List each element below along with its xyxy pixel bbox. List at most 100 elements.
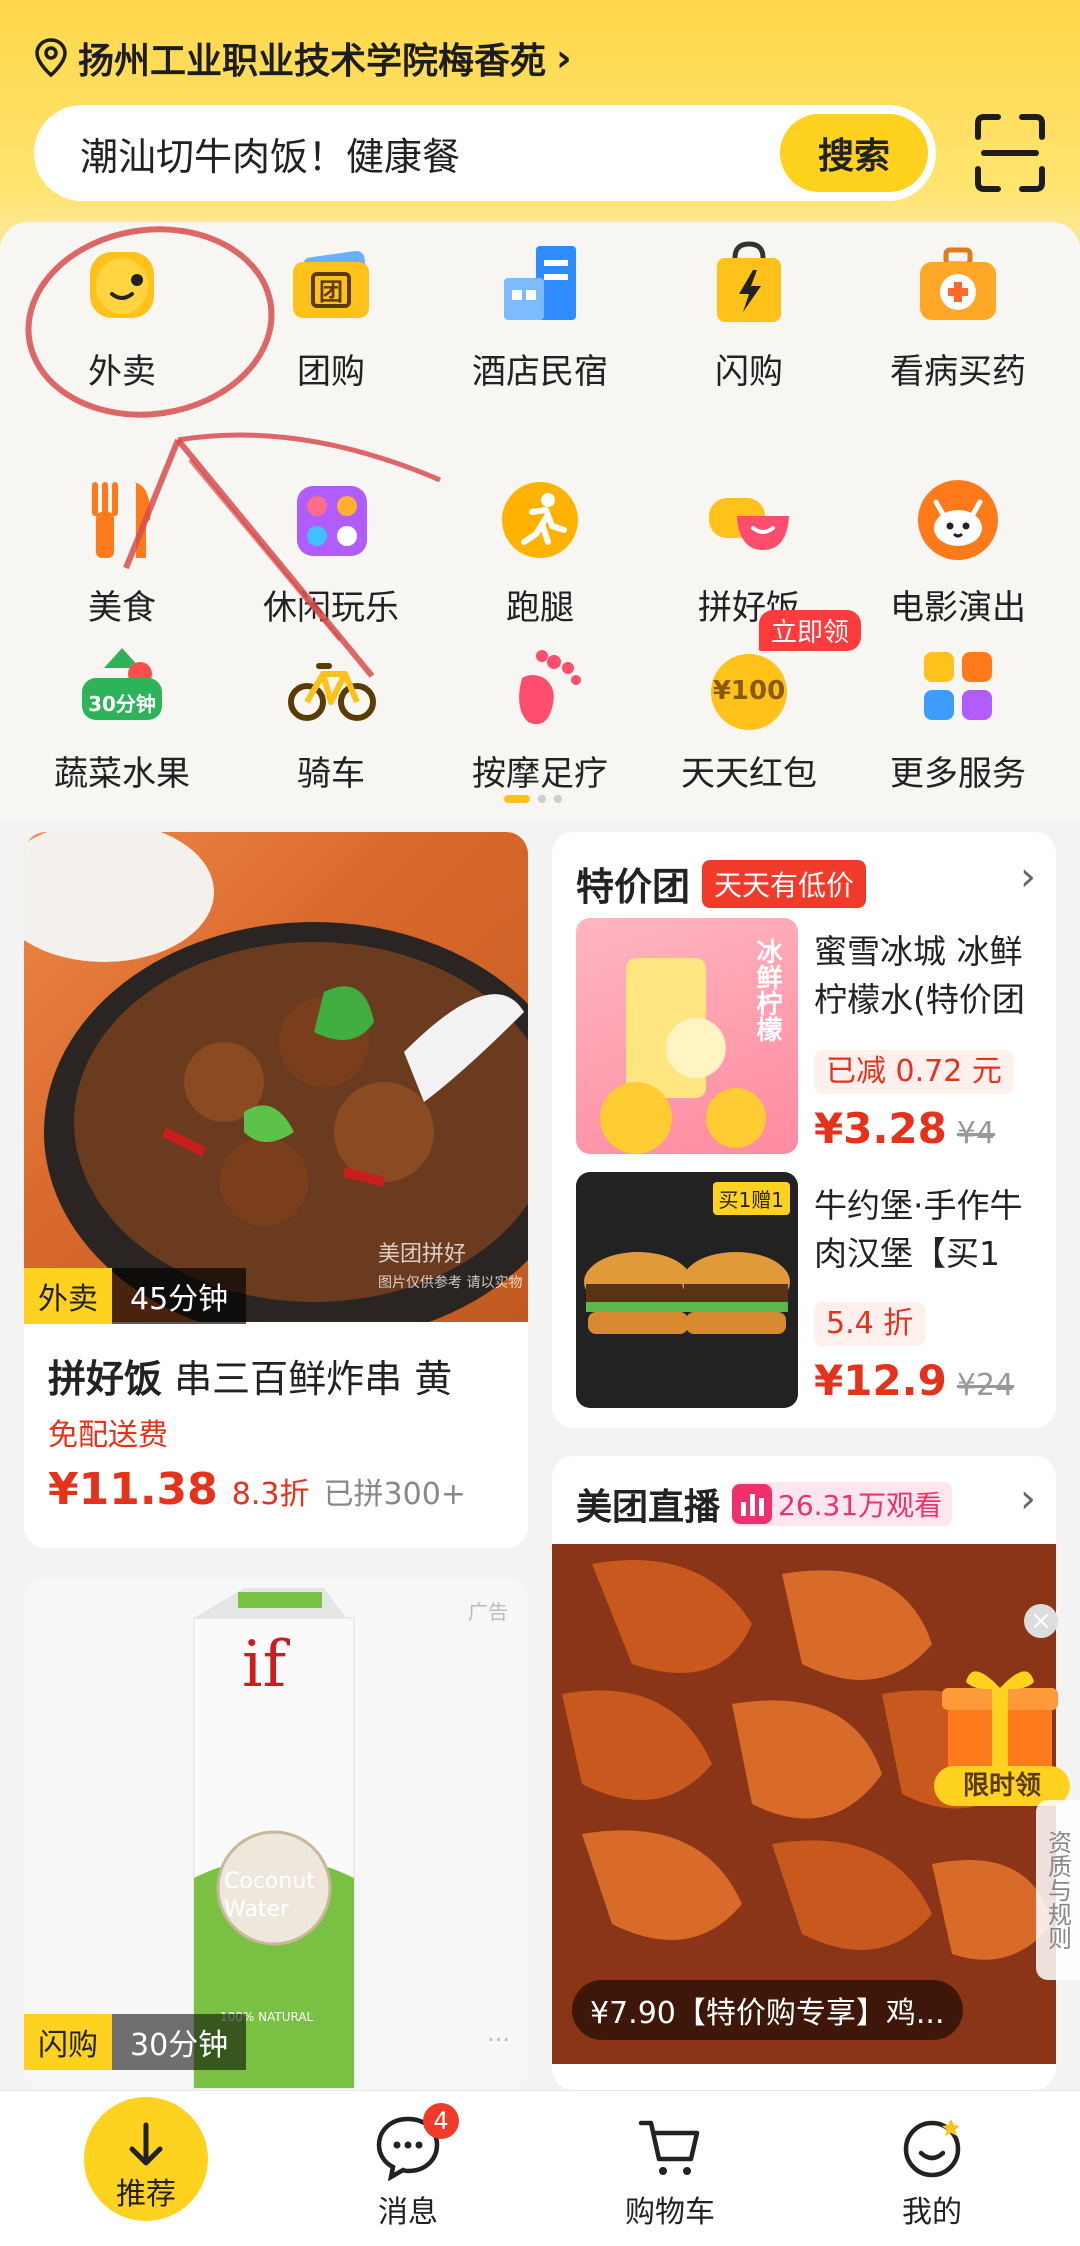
coin-value: ¥100 <box>712 676 786 706</box>
search-placeholder: 潮汕切牛肉饭！健康餐 <box>80 134 461 179</box>
close-icon[interactable]: × <box>1024 1604 1058 1638</box>
page-dot <box>538 795 546 803</box>
movie-icon <box>910 472 1006 568</box>
page-dot <box>554 795 562 803</box>
category-label: 闪购 <box>715 352 783 392</box>
group-meal-label: 拼好饭 <box>48 1357 163 1401</box>
chevron-right-icon[interactable]: › <box>1020 854 1036 900</box>
delivery-time: 30分钟 <box>112 2014 247 2070</box>
discount: 8.3折 <box>231 1477 310 1512</box>
location-text: 扬州工业职业技术学院梅香苑 <box>78 41 547 82</box>
category-movie[interactable]: 电影演出 <box>853 472 1063 642</box>
price: ¥12.9 <box>814 1356 947 1405</box>
price-row: ¥11.38 8.3折 已拼300+ <box>48 1464 466 1515</box>
category-label: 看病买药 <box>890 352 1026 392</box>
rules-side-tab[interactable]: 资质与规则 <box>1036 1800 1080 1980</box>
flash-buy-tag: 闪购 <box>24 2014 112 2070</box>
category-flash-buy[interactable]: 闪购 <box>644 236 854 406</box>
category-bike[interactable]: 骑车 <box>226 638 436 808</box>
special-deals-card[interactable]: 特价团 天天有低价 › 冰鲜柠檬 蜜雪冰城 冰鲜柠檬水(特价团 已减 0.72 … <box>552 832 1056 1428</box>
nav-recommend[interactable]: 推荐 <box>66 2097 226 2221</box>
nav-cart[interactable]: 购物车 <box>590 2111 750 2231</box>
scan-icon[interactable] <box>974 113 1046 193</box>
category-vegetable[interactable]: 30分钟 蔬菜水果 <box>17 638 227 808</box>
category-hotel[interactable]: 酒店民宿 <box>435 236 645 406</box>
category-more[interactable]: 更多服务 <box>853 638 1063 808</box>
food-icon <box>74 472 170 568</box>
errand-icon <box>492 472 588 568</box>
category-group-buy[interactable]: 团 团购 <box>226 236 436 406</box>
message-badge: 4 <box>423 2103 459 2139</box>
live-caption: ¥7.90【特价购专享】鸡... <box>572 1980 963 2040</box>
category-medicine[interactable]: 看病买药 <box>853 236 1063 406</box>
location-selector[interactable]: 扬州工业职业技术学院梅香苑 › <box>34 30 572 86</box>
nav-label: 推荐 <box>116 2177 176 2212</box>
location-pin-icon <box>35 38 67 78</box>
category-takeout[interactable]: 外卖 <box>17 236 227 406</box>
nav-profile[interactable]: 我的 <box>852 2111 1012 2231</box>
category-label: 骑车 <box>297 754 365 794</box>
category-label: 美食 <box>88 588 156 628</box>
special-deals-header: 特价团 天天有低价 <box>576 856 867 911</box>
photo-watermark: 美团拼好 图片仅供参考 请以实物 <box>378 1242 523 1291</box>
price: ¥3.28 <box>814 1104 947 1153</box>
delivery-time-overlay: 外卖 45分钟 <box>24 1268 247 1324</box>
more-services-icon <box>910 638 1006 734</box>
leisure-icon <box>283 472 379 568</box>
live-bars-icon <box>732 1484 773 1524</box>
page-dot-active <box>504 795 530 803</box>
takeout-icon <box>74 236 170 332</box>
brand-logo: if <box>242 1628 287 1702</box>
item-name: 牛约堡·手作牛肉汉堡【买1 <box>814 1186 1023 1273</box>
category-red-packet[interactable]: ¥100 立即领 天天红包 <box>644 610 862 808</box>
category-massage[interactable]: 按摩足疗 <box>435 638 645 808</box>
category-leisure[interactable]: 休闲玩乐 <box>226 472 436 642</box>
category-label: 天天红包 <box>681 754 817 794</box>
delivery-time: 45分钟 <box>112 1268 247 1324</box>
feed-card-group-meal[interactable]: 美团拼好 图片仅供参考 请以实物 外卖 45分钟 拼好饭 串三百鲜炸串 黄 免配送… <box>24 832 528 1548</box>
claim-badge[interactable]: 立即领 <box>759 610 862 651</box>
ad-label: 广告 <box>468 1600 508 1624</box>
rules-side-label: 资质与规则 <box>1043 1830 1072 1950</box>
nav-label: 购物车 <box>625 2195 715 2230</box>
original-price: ¥4 <box>956 1116 996 1151</box>
massage-icon <box>492 638 588 734</box>
chevron-right-icon[interactable]: › <box>1020 1476 1036 1522</box>
profile-icon <box>903 2119 961 2178</box>
recommend-icon: 推荐 <box>84 2097 208 2221</box>
group-buy-icon: 团 <box>283 236 379 332</box>
search-input[interactable]: 潮汕切牛肉饭！健康餐 搜索 <box>34 105 936 201</box>
nav-messages[interactable]: 4 消息 <box>328 2103 488 2231</box>
nav-label: 我的 <box>902 2195 962 2230</box>
item-name: 蜜雪冰城 冰鲜柠檬水(特价团 <box>814 932 1025 1019</box>
category-label: 电影演出 <box>890 588 1026 628</box>
limited-gift-float[interactable]: × 限时领 <box>932 1604 1080 1814</box>
search-button-label: 搜索 <box>817 136 890 177</box>
category-label: 更多服务 <box>890 754 1026 794</box>
bike-icon <box>283 638 379 734</box>
search-button[interactable]: 搜索 <box>780 114 928 192</box>
feed-card-flash-buy[interactable]: if Coconut Water 100% NATURAL 广告 ··· 闪购 … <box>24 1578 528 2090</box>
discount-tag: 已减 0.72 元 <box>814 1050 1014 1094</box>
carton-product-name: Coconut Water <box>224 1869 315 1922</box>
lemonade-image: 冰鲜柠檬 <box>576 918 798 1154</box>
special-deals-badge: 天天有低价 <box>702 859 867 908</box>
viewer-count: 26.31万观看 <box>778 1489 943 1522</box>
original-price: ¥24 <box>956 1368 1015 1403</box>
nav-label: 消息 <box>378 2195 438 2230</box>
product-name: 串三百鲜炸串 黄 <box>174 1357 453 1401</box>
live-title: 美团直播 <box>576 1487 721 1528</box>
category-errand[interactable]: 跑腿 <box>435 472 645 642</box>
group-meal-icon <box>701 472 797 568</box>
special-deals-title: 特价团 <box>576 865 691 909</box>
price-row: ¥3.28 ¥4 <box>814 1104 995 1153</box>
more-options-icon[interactable]: ··· <box>487 2026 510 2054</box>
food-photo: 美团拼好 图片仅供参考 请以实物 <box>24 832 528 1342</box>
takeout-tag: 外卖 <box>24 1268 112 1324</box>
vegetable-icon: 30分钟 <box>74 638 170 734</box>
category-food[interactable]: 美食 <box>17 472 227 642</box>
category-label: 外卖 <box>88 352 156 392</box>
price-row: ¥12.9 ¥24 <box>814 1356 1014 1405</box>
chevron-right-icon: › <box>556 36 572 80</box>
lemonade-vertical-text: 冰鲜柠檬 <box>752 938 782 1042</box>
